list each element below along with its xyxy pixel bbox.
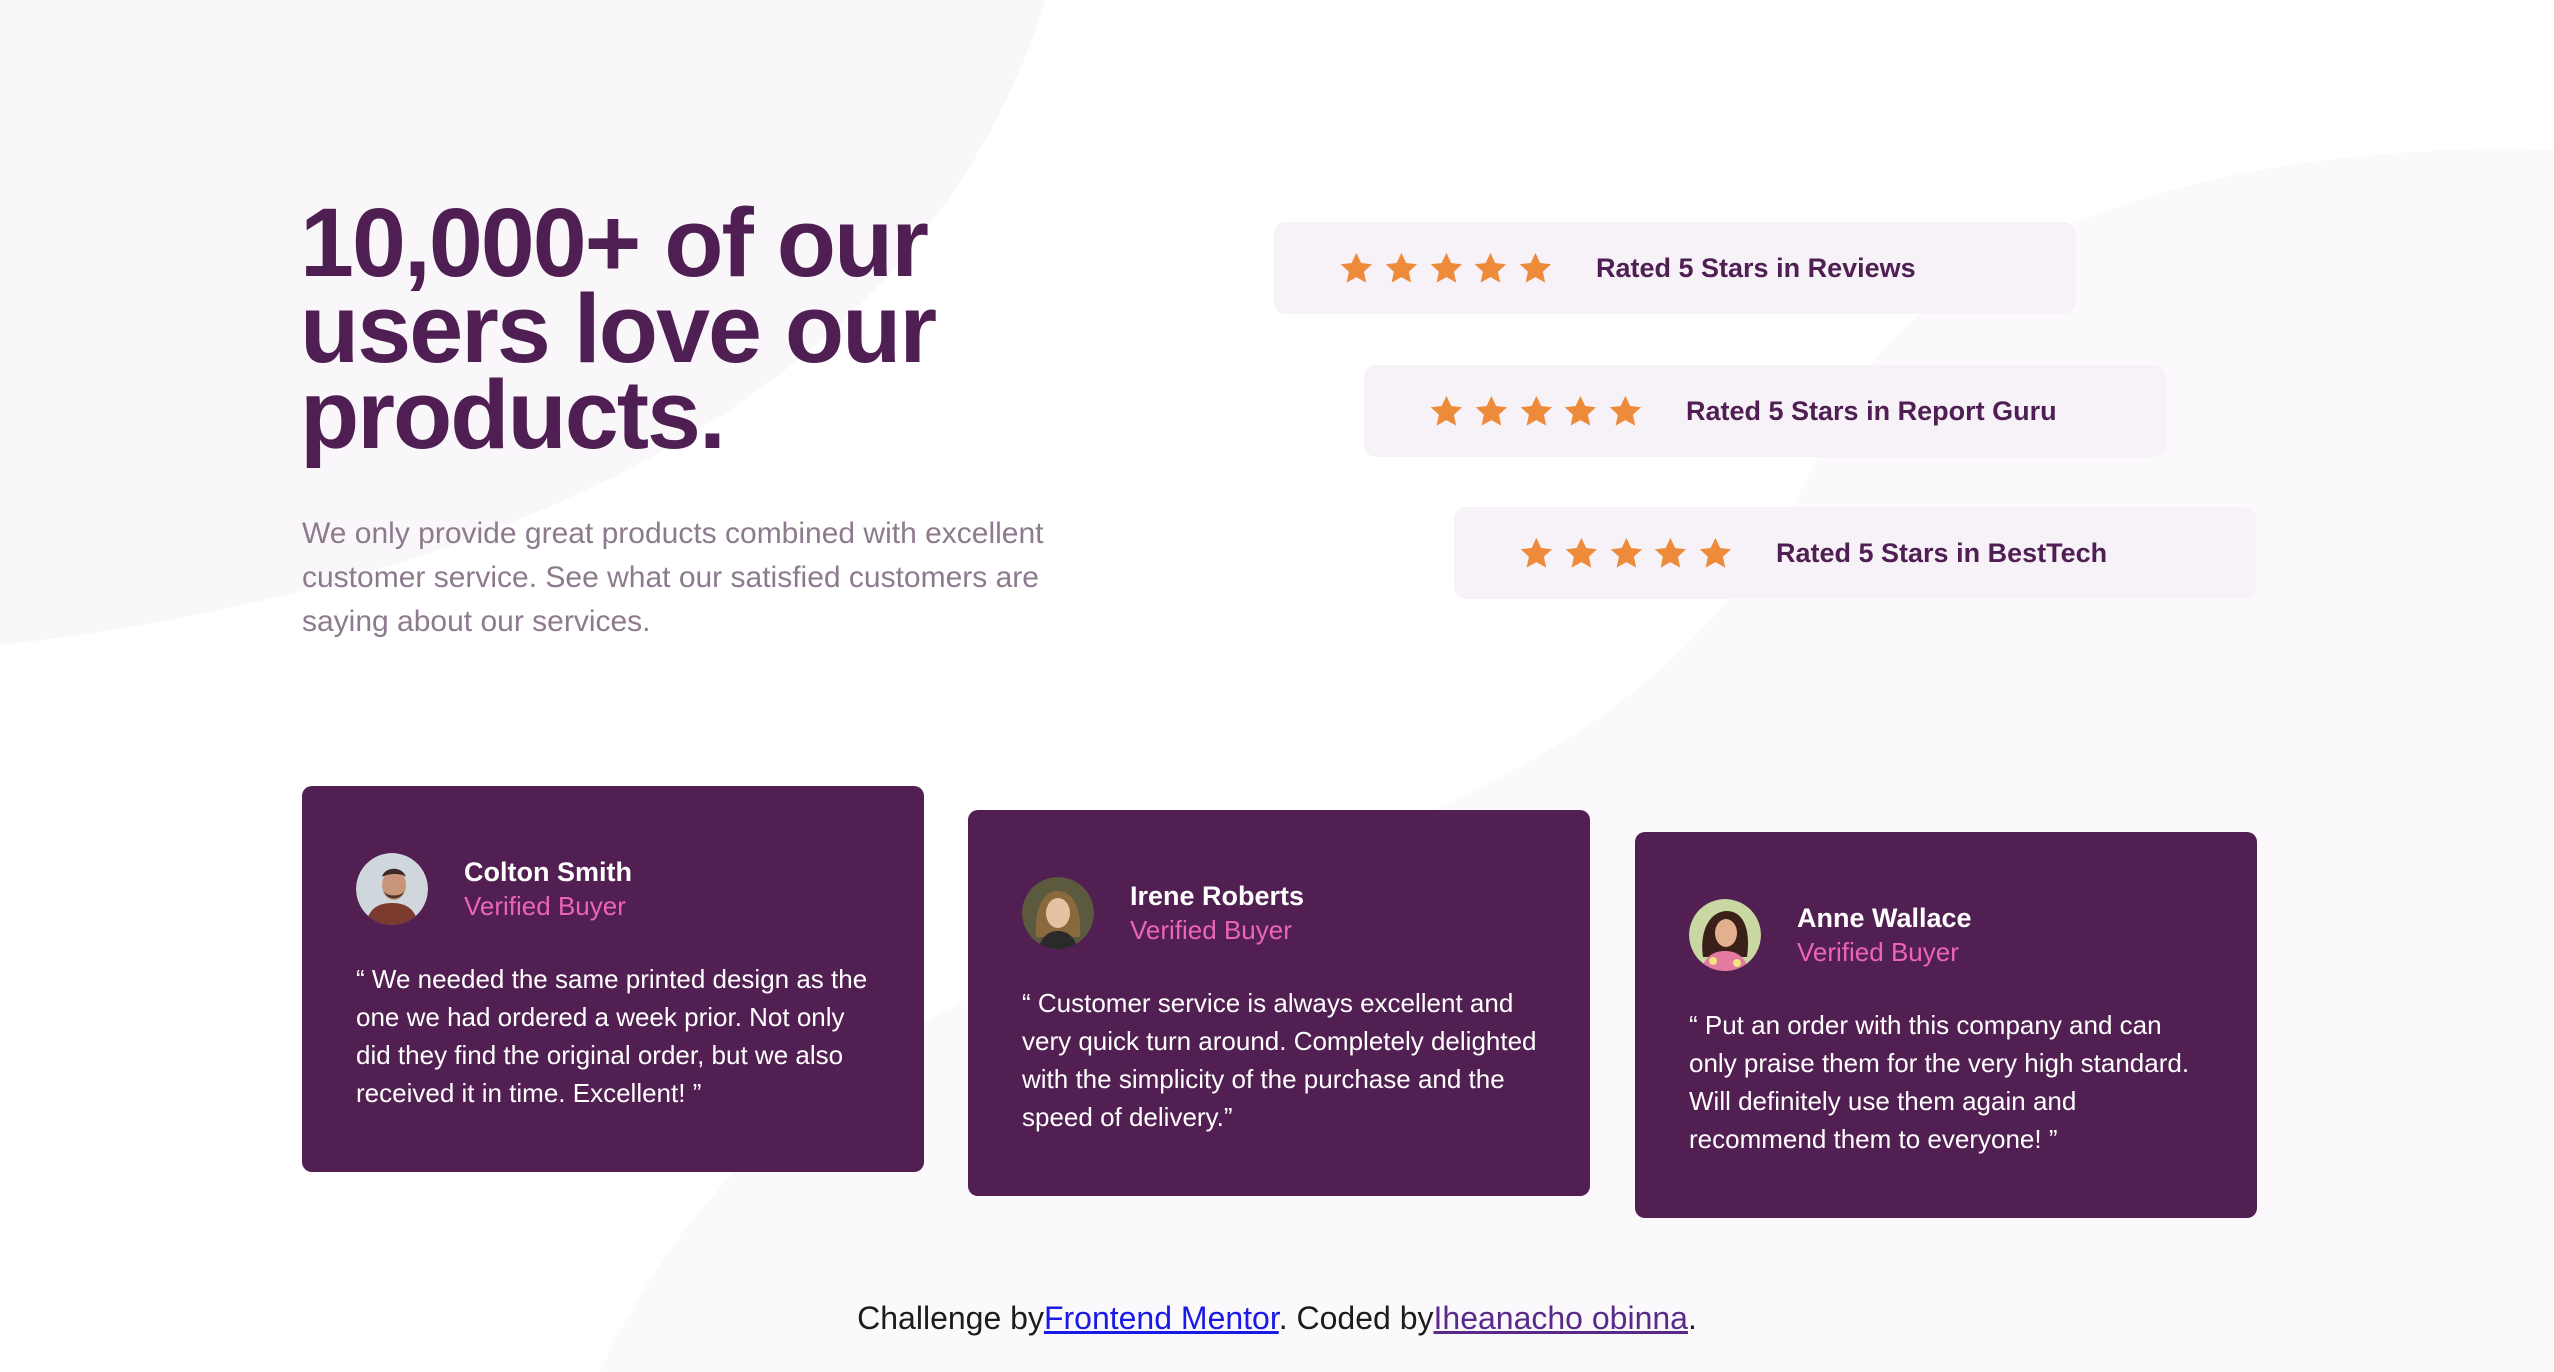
star-icon bbox=[1610, 537, 1642, 568]
testimonial-card-colton: Colton Smith Verified Buyer “ We needed … bbox=[302, 786, 924, 1172]
verified-badge: Verified Buyer bbox=[1130, 915, 1292, 945]
testimonial-card-anne: Anne Wallace Verified Buyer “ Put an ord… bbox=[1635, 832, 2257, 1218]
avatar bbox=[1022, 877, 1094, 949]
avatar bbox=[356, 853, 428, 925]
testimonial-card-irene: Irene Roberts Verified Buyer “ Customer … bbox=[968, 810, 1590, 1196]
verified-badge: Verified Buyer bbox=[464, 891, 626, 921]
star-icon bbox=[1519, 252, 1552, 283]
star-icon bbox=[1385, 252, 1417, 283]
testimonial-quote: “ Put an order with this company and can… bbox=[1689, 1010, 2190, 1154]
testimonial-quote: “ We needed the same printed design as t… bbox=[356, 964, 868, 1108]
star-icon bbox=[1430, 395, 1463, 426]
rating-stars bbox=[1428, 393, 1644, 430]
testimonial-quote: “ Customer service is always excellent a… bbox=[1022, 988, 1537, 1132]
star-icon bbox=[1475, 395, 1507, 426]
rating-report-guru: Rated 5 Stars in Report Guru bbox=[1364, 365, 2166, 457]
star-icon bbox=[1699, 537, 1732, 568]
rating-stars bbox=[1518, 535, 1734, 572]
avatar bbox=[1689, 899, 1761, 971]
reviewer-name: Colton Smith bbox=[464, 857, 632, 887]
star-icon bbox=[1609, 395, 1642, 426]
rating-label: Rated 5 Stars in Reviews bbox=[1596, 252, 1916, 283]
rating-label: Rated 5 Stars in BestTech bbox=[1776, 537, 2108, 568]
attribution-suffix: . bbox=[1687, 1300, 1697, 1336]
star-icon bbox=[1655, 537, 1687, 568]
author-link[interactable]: Iheanacho obinna bbox=[1434, 1300, 1688, 1336]
star-icon bbox=[1475, 252, 1507, 283]
hero-description: We only provide great products combined … bbox=[302, 517, 1044, 638]
star-icon bbox=[1520, 395, 1552, 426]
rating-label: Rated 5 Stars in Report Guru bbox=[1686, 395, 2057, 426]
verified-badge: Verified Buyer bbox=[1797, 937, 1959, 967]
reviewer-name: Anne Wallace bbox=[1797, 903, 1972, 933]
rating-besttech: Rated 5 Stars in BestTech bbox=[1454, 507, 2256, 599]
star-icon bbox=[1520, 537, 1553, 568]
attribution-prefix: Challenge by bbox=[857, 1300, 1044, 1336]
reviewer-name: Irene Roberts bbox=[1130, 881, 1305, 911]
rating-stars bbox=[1338, 250, 1554, 287]
star-icon bbox=[1340, 252, 1373, 283]
star-icon bbox=[1565, 395, 1597, 426]
attribution-middle: . Coded by bbox=[1278, 1300, 1434, 1336]
hero-title: 10,000+ of our users love our products. bbox=[300, 188, 937, 469]
rating-reviews: Rated 5 Stars in Reviews bbox=[1274, 222, 2076, 314]
star-icon bbox=[1430, 252, 1462, 283]
attribution-footer: Challenge byFrontend Mentor. Coded byIhe… bbox=[0, 1300, 2554, 1337]
frontend-mentor-link[interactable]: Frontend Mentor bbox=[1044, 1300, 1279, 1336]
star-icon bbox=[1565, 537, 1597, 568]
